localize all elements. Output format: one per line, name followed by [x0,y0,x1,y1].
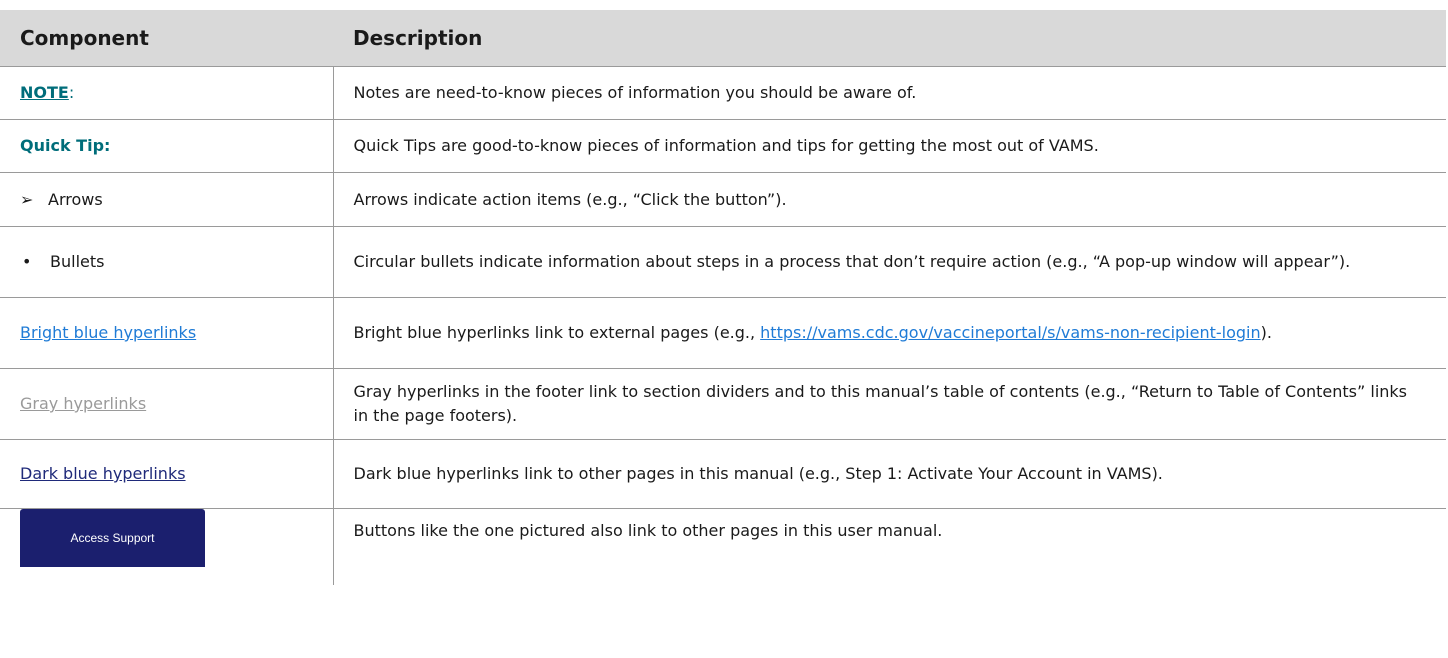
table-header-row: Component Description [0,10,1446,67]
bullets-label: Bullets [50,252,105,271]
bright-blue-hyperlink-sample[interactable]: Bright blue hyperlinks [20,323,196,342]
description-cell: Bright blue hyperlinks link to external … [333,297,1446,369]
access-support-button[interactable]: Access Support [20,509,205,567]
header-description: Description [333,10,1446,67]
description-cell: Quick Tips are good-to-know pieces of in… [333,119,1446,173]
header-component: Component [0,10,333,67]
table-row: Quick Tip: Quick Tips are good-to-know p… [0,119,1446,173]
component-cell: ➢ Arrows [0,172,334,227]
description-cell: Gray hyperlinks in the footer link to se… [333,368,1446,440]
quick-tip-label: Quick Tip: [20,136,111,155]
top-margin [0,0,1448,10]
table-row: Dark blue hyperlinks Dark blue hyperlink… [0,439,1446,509]
description-text: Bright blue hyperlinks link to external … [353,323,761,342]
conventions-table: Component Description NOTE: Notes are ne… [0,10,1446,585]
description-cell: Circular bullets indicate information ab… [333,226,1446,298]
component-cell: • Bullets [0,226,334,298]
gray-hyperlink-sample[interactable]: Gray hyperlinks [20,394,146,413]
note-link[interactable]: NOTE [20,83,69,102]
arrow-bullet-icon: ➢ [20,189,34,209]
description-cell: Arrows indicate action items (e.g., “Cli… [333,172,1446,227]
description-cell: Dark blue hyperlinks link to other pages… [333,439,1446,509]
vams-login-link[interactable]: https://vams.cdc.gov/vaccineportal/s/vam… [760,323,1260,342]
description-cell: Buttons like the one pictured also link … [353,521,943,540]
component-cell: Dark blue hyperlinks [0,439,334,509]
circle-bullet-icon: • [22,252,32,271]
description-cell: Notes are need-to-know pieces of informa… [333,66,1446,120]
table-row: Access Support Buttons like the one pict… [0,508,1446,585]
dark-blue-hyperlink-sample[interactable]: Dark blue hyperlinks [20,464,186,483]
note-colon: : [68,83,75,102]
component-cell: Access Support [0,508,334,585]
table-row: ➢ Arrows Arrows indicate action items (e.… [0,172,1446,227]
table-row: Gray hyperlinks Gray hyperlinks in the f… [0,368,1446,440]
table-row: Bright blue hyperlinks Bright blue hyper… [0,297,1446,369]
description-text-end: ). [1260,323,1272,342]
arrows-label: Arrows [48,189,103,209]
component-cell: Gray hyperlinks [0,368,334,440]
table-row: NOTE: Notes are need-to-know pieces of i… [0,66,1446,120]
table-row: • Bullets Circular bullets indicate infor… [0,226,1446,298]
component-cell: Bright blue hyperlinks [0,297,334,369]
component-cell: Quick Tip: [0,119,334,173]
component-cell: NOTE: [0,66,334,120]
legend-page: Component Description NOTE: Notes are ne… [0,0,1448,658]
